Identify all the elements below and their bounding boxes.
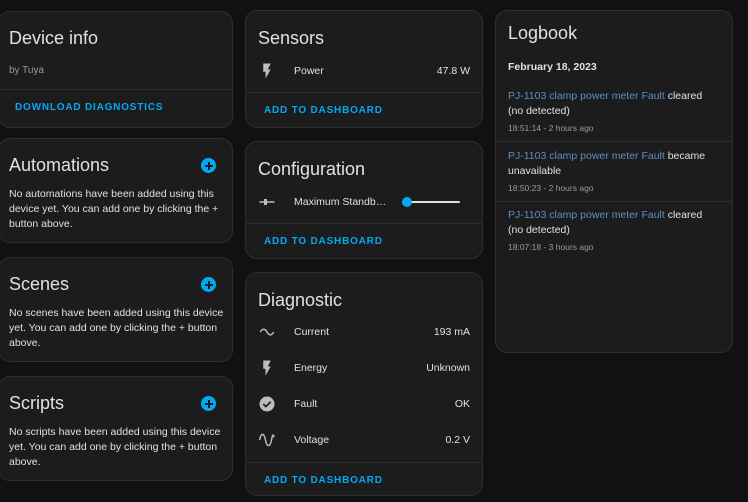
- divider: [496, 201, 732, 202]
- divider: [246, 462, 482, 463]
- logbook-date: February 18, 2023: [508, 61, 597, 73]
- flash-icon: [263, 63, 271, 79]
- logbook-card: Logbook February 18, 2023 PJ-1103 clamp …: [495, 10, 733, 353]
- standby-slider[interactable]: [402, 197, 460, 207]
- sine-wave-icon: [258, 433, 276, 447]
- automations-title: Automations: [9, 155, 110, 175]
- config-label: Maximum Standb…: [294, 196, 387, 208]
- divider: [0, 89, 232, 90]
- logbook-title: Logbook: [508, 23, 578, 43]
- log-entity-link[interactable]: PJ-1103 clamp power meter Fault: [508, 150, 665, 162]
- add-scene-icon[interactable]: [201, 277, 216, 292]
- divider: [246, 223, 482, 224]
- slider-icon: [259, 199, 275, 205]
- download-diagnostics-button[interactable]: DOWNLOAD DIAGNOSTICS: [15, 102, 163, 113]
- flash-icon: [263, 360, 271, 376]
- sensor-value: 47.8 W: [436, 65, 470, 77]
- device-info-title: Device info: [9, 28, 99, 48]
- scenes-empty-text: No scenes have been added using this dev…: [9, 307, 224, 349]
- device-info-card: Device info by Tuya DOWNLOAD DIAGNOSTICS: [0, 11, 233, 128]
- manufacturer-text: by Tuya: [9, 65, 45, 76]
- diagnostic-value: OK: [454, 398, 470, 410]
- sensors-title: Sensors: [258, 28, 325, 48]
- slider-handle[interactable]: [402, 197, 412, 207]
- scripts-card: Scripts No scripts have been added using…: [0, 376, 233, 481]
- log-time: 18:07:18 - 3 hours ago: [508, 242, 594, 252]
- scenes-card: Scenes No scenes have been added using t…: [0, 257, 233, 362]
- scripts-title: Scripts: [9, 393, 65, 413]
- scenes-title: Scenes: [9, 274, 70, 294]
- diagnostic-value: Unknown: [426, 362, 470, 374]
- sensor-label: Power: [294, 65, 324, 77]
- divider: [496, 141, 732, 142]
- sensors-card: Sensors Power 47.8 W ADD TO DASHBOARD: [245, 10, 483, 128]
- log-time: 18:50:23 - 2 hours ago: [508, 183, 594, 193]
- current-ac-icon: [259, 328, 275, 336]
- diagnostic-label: Current: [294, 326, 330, 338]
- diagnostic-value: 0.2 V: [445, 434, 470, 446]
- add-automation-icon[interactable]: [201, 158, 216, 173]
- diagnostic-add-to-dashboard-button[interactable]: ADD TO DASHBOARD: [264, 475, 383, 486]
- check-circle-icon: [259, 396, 275, 412]
- log-entry: PJ-1103 clamp power meter Fault cleared …: [508, 208, 720, 255]
- diagnostic-title: Diagnostic: [258, 290, 343, 310]
- log-entry: PJ-1103 clamp power meter Fault became u…: [508, 149, 720, 196]
- automations-card: Automations No automations have been add…: [0, 138, 233, 243]
- automations-empty-text: No automations have been added using thi…: [9, 188, 219, 230]
- scripts-empty-text: No scripts have been added using this de…: [9, 426, 221, 468]
- sensors-add-to-dashboard-button[interactable]: ADD TO DASHBOARD: [264, 105, 383, 116]
- log-entry: PJ-1103 clamp power meter Fault cleared …: [508, 89, 720, 136]
- diagnostic-value: 193 mA: [433, 326, 470, 338]
- divider: [246, 92, 482, 93]
- log-time: 18:51:14 - 2 hours ago: [508, 123, 594, 133]
- diagnostic-label: Energy: [294, 362, 328, 374]
- configuration-add-to-dashboard-button[interactable]: ADD TO DASHBOARD: [264, 236, 383, 247]
- log-entity-link[interactable]: PJ-1103 clamp power meter Fault: [508, 209, 665, 221]
- add-script-icon[interactable]: [201, 396, 216, 411]
- configuration-card: Configuration Maximum Standb… ADD TO DAS…: [245, 141, 483, 259]
- diagnostic-label: Fault: [294, 398, 318, 410]
- diagnostic-card: Diagnostic Current 193 mA Energy Unknown…: [245, 272, 483, 496]
- diagnostic-label: Voltage: [294, 434, 330, 446]
- log-entity-link[interactable]: PJ-1103 clamp power meter Fault: [508, 90, 665, 102]
- configuration-title: Configuration: [258, 159, 366, 179]
